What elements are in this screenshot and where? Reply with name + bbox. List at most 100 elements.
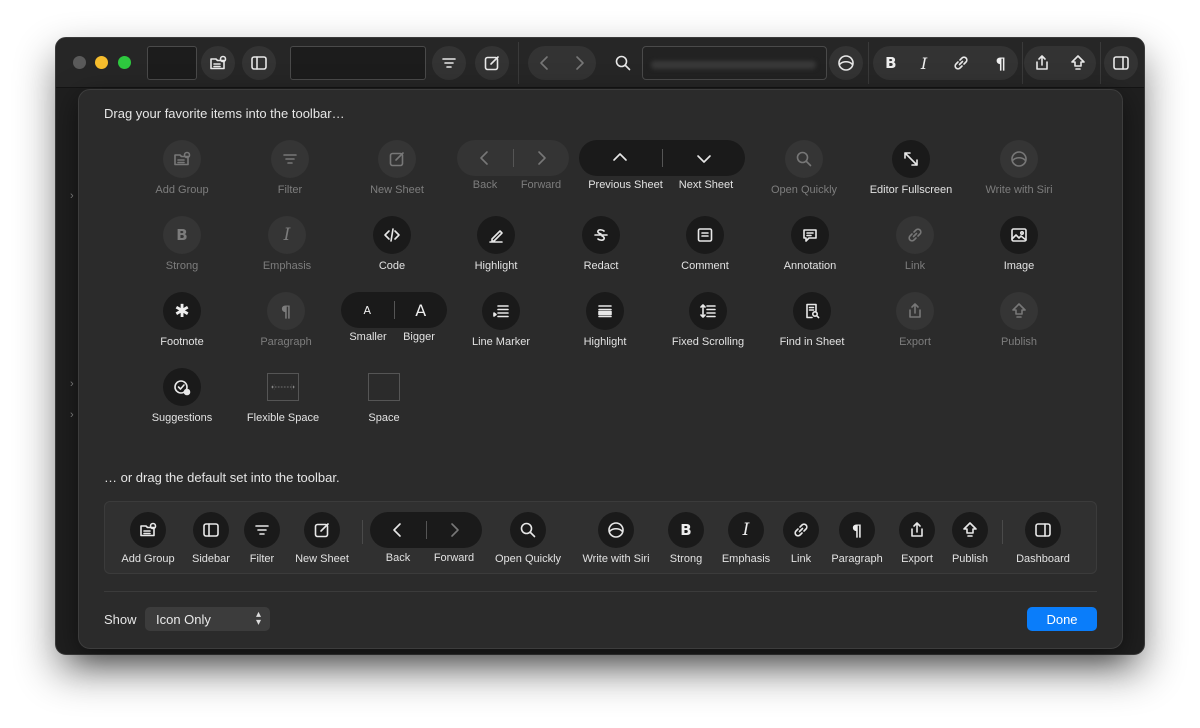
done-button[interactable]: Done xyxy=(1027,607,1097,631)
divider xyxy=(104,591,1097,592)
chevron-right-icon xyxy=(451,523,460,537)
item-label: Previous Sheet xyxy=(588,179,663,191)
item-paragraph[interactable]: ¶ Paragraph xyxy=(231,292,341,348)
strong-icon: B xyxy=(680,521,692,539)
item-label: Annotation xyxy=(783,260,837,272)
filter-icon xyxy=(442,58,456,68)
item-line-marker[interactable]: Line Marker xyxy=(446,292,556,348)
item-label: Highlight xyxy=(583,336,627,348)
item-label: Publish xyxy=(1000,336,1038,348)
item-label: Bigger xyxy=(403,331,435,343)
item-suggestions[interactable]: Suggestions xyxy=(127,368,237,424)
new-sheet-icon xyxy=(314,523,329,538)
export-icon xyxy=(909,303,921,318)
default-item-label: Open Quickly xyxy=(494,553,562,565)
item-font-size[interactable]: A A xyxy=(341,292,447,328)
chevron-right-icon[interactable] xyxy=(569,53,589,73)
item-emphasis[interactable]: I Emphasis xyxy=(232,216,342,272)
default-item-label: Add Group xyxy=(121,553,175,565)
item-highlight-line[interactable]: Highlight xyxy=(550,292,660,348)
default-item-label: Emphasis xyxy=(721,553,771,565)
toolbar-back-forward[interactable] xyxy=(528,46,596,80)
item-image[interactable]: Image xyxy=(964,216,1074,272)
item-label: Open Quickly xyxy=(770,184,838,196)
item-highlight[interactable]: Highlight xyxy=(441,216,551,272)
item-footnote[interactable]: ✱ Footnote xyxy=(127,292,237,348)
item-find-in-sheet[interactable]: Find in Sheet xyxy=(757,292,867,348)
toolbar-add-group-button[interactable] xyxy=(201,46,235,80)
toolbar-filter-button[interactable] xyxy=(432,46,466,80)
item-filter[interactable]: Filter xyxy=(235,140,345,196)
add-group-icon xyxy=(174,151,191,166)
item-label: Highlight xyxy=(474,260,518,272)
toolbar-new-sheet-button[interactable] xyxy=(475,46,509,80)
item-label: Back xyxy=(472,179,498,191)
publish-icon xyxy=(1012,303,1026,318)
item-add-group[interactable]: Add Group xyxy=(127,140,237,196)
item-label: Flexible Space xyxy=(246,412,320,424)
toolbar-search-field[interactable] xyxy=(642,46,827,80)
chevron-right-icon xyxy=(538,151,547,165)
emphasis-icon[interactable]: I xyxy=(921,54,927,73)
toolbar-write-with-siri-button[interactable] xyxy=(829,46,863,80)
item-fixed-scrolling[interactable]: Fixed Scrolling xyxy=(653,292,763,348)
item-open-quickly[interactable]: Open Quickly xyxy=(749,140,859,196)
dashboard-icon xyxy=(1113,56,1129,70)
toolbar-flexible-slot xyxy=(290,46,426,80)
publish-icon[interactable] xyxy=(1068,53,1088,73)
item-comment[interactable]: Comment xyxy=(650,216,760,272)
toolbar-divider xyxy=(1100,42,1101,84)
item-export[interactable]: Export xyxy=(860,292,970,348)
chevron-left-icon[interactable] xyxy=(535,53,555,73)
close-window-button[interactable] xyxy=(73,56,86,69)
item-label: New Sheet xyxy=(370,184,424,196)
item-flexible-space[interactable]: Flexible Space xyxy=(228,368,338,424)
paragraph-icon[interactable]: ¶ xyxy=(996,54,1006,73)
item-new-sheet[interactable]: New Sheet xyxy=(342,140,452,196)
show-mode-select[interactable]: Icon Only ▴ ▾ xyxy=(145,607,270,631)
export-icon[interactable] xyxy=(1032,53,1052,73)
default-toolbar-set[interactable]: Add Group Sidebar Filter New Sheet Back … xyxy=(104,501,1097,574)
sidebar-disclosure-icon: › xyxy=(70,409,74,421)
item-redact[interactable]: Redact xyxy=(546,216,656,272)
show-label: Show xyxy=(104,612,137,627)
item-label: Line Marker xyxy=(471,336,531,348)
item-publish[interactable]: Publish xyxy=(964,292,1074,348)
default-item-label: Strong xyxy=(669,553,703,565)
item-label: Write with Siri xyxy=(985,184,1053,196)
customize-toolbar-sheet: Drag your favorite items into the toolba… xyxy=(78,89,1123,649)
item-back-forward[interactable] xyxy=(457,140,569,176)
suggestions-icon xyxy=(174,380,191,396)
item-annotation[interactable]: Annotation xyxy=(755,216,865,272)
item-label: Image xyxy=(1003,260,1035,272)
default-item-label: Link xyxy=(790,553,812,565)
toolbar-sidebar-button[interactable] xyxy=(242,46,276,80)
default-item-filter: Filter xyxy=(244,512,280,565)
item-editor-fullscreen[interactable]: Editor Fullscreen xyxy=(856,140,966,196)
item-label: Filter xyxy=(277,184,303,196)
publish-icon xyxy=(963,522,977,537)
chevron-up-down-icon: ▴ ▾ xyxy=(255,609,261,628)
minimize-window-button[interactable] xyxy=(95,56,108,69)
toolbar-format-group[interactable]: B I ¶ xyxy=(873,46,1018,80)
chevron-left-icon xyxy=(479,151,488,165)
item-code[interactable]: Code xyxy=(337,216,447,272)
item-write-with-siri[interactable]: Write with Siri xyxy=(964,140,1074,196)
sheet-title: Drag your favorite items into the toolba… xyxy=(104,106,345,121)
item-previous-next-sheet[interactable] xyxy=(579,140,745,176)
item-strong[interactable]: B Strong xyxy=(127,216,237,272)
search-icon xyxy=(520,522,536,538)
item-link[interactable]: Link xyxy=(860,216,970,272)
item-label: Add Group xyxy=(155,184,209,196)
toolbar-dashboard-button[interactable] xyxy=(1104,46,1138,80)
search-icon xyxy=(615,55,631,71)
toolbar-open-quickly-button[interactable] xyxy=(606,46,640,80)
item-space[interactable]: Space xyxy=(329,368,439,424)
zoom-window-button[interactable] xyxy=(118,56,131,69)
item-label: Strong xyxy=(165,260,199,272)
link-icon[interactable] xyxy=(951,53,971,73)
sidebar-icon xyxy=(203,523,219,537)
strong-icon[interactable]: B xyxy=(885,54,896,72)
smaller-text-icon: A xyxy=(363,303,372,317)
toolbar-share-group[interactable] xyxy=(1024,46,1096,80)
